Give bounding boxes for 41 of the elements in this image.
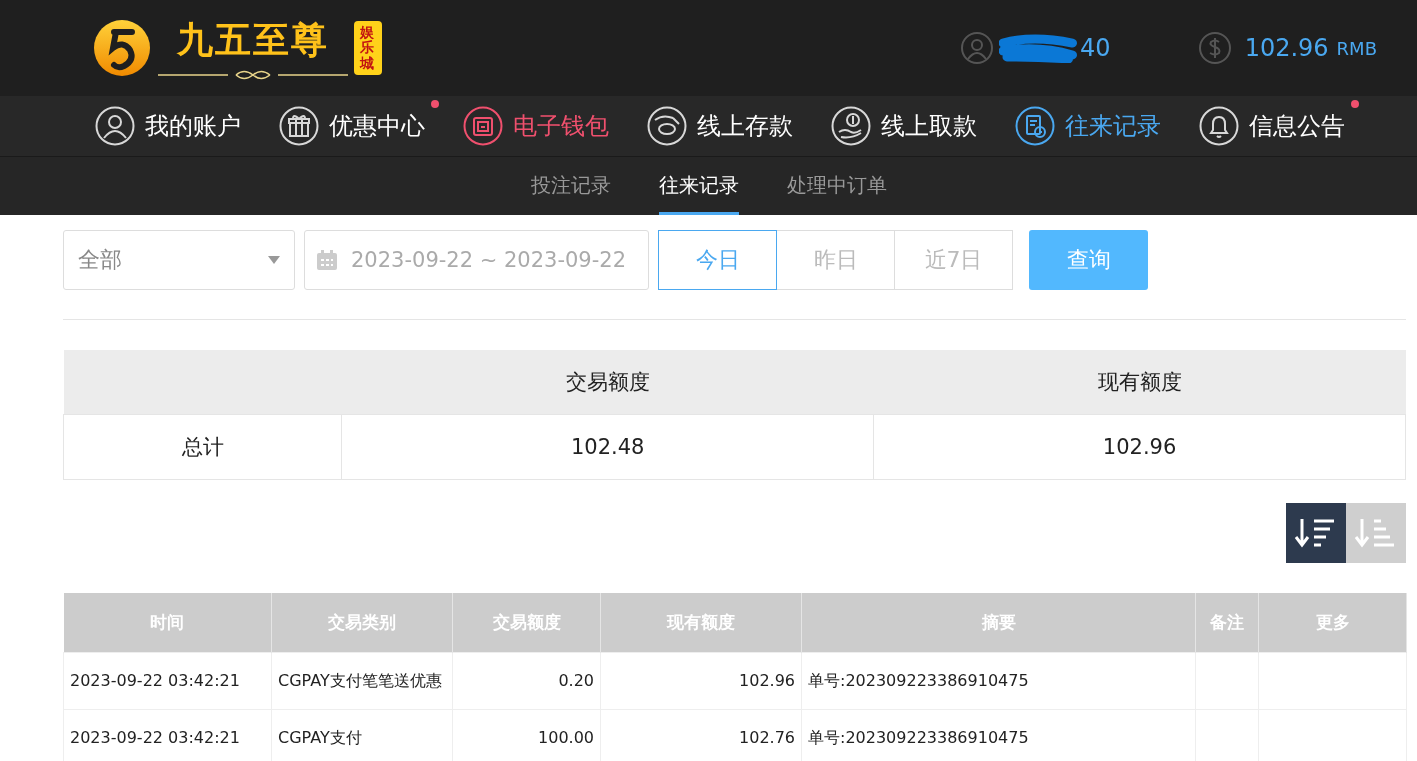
nav-item[interactable]: 优惠中心: [279, 106, 425, 146]
wallet-icon: [463, 106, 503, 146]
bell-icon: [1199, 106, 1239, 146]
column-header: 交易额度: [341, 350, 874, 415]
balance-currency: RMB: [1336, 37, 1377, 59]
deposit-icon: [647, 106, 687, 146]
username: 40: [1080, 34, 1111, 62]
sub-tab[interactable]: 处理中订单: [786, 157, 887, 215]
table-cell: 2023-09-22 03:42:21: [63, 709, 272, 761]
withdraw-icon: [831, 106, 871, 146]
row-label: 总计: [63, 414, 342, 480]
type-select[interactable]: 全部: [63, 230, 295, 290]
balance-amount: 102.96: [1244, 34, 1329, 62]
nav-item[interactable]: 往来记录: [1015, 106, 1161, 146]
sub-tab[interactable]: 投注记录: [530, 157, 611, 215]
calendar-icon: [315, 248, 339, 272]
nav-item[interactable]: 我的账户: [95, 106, 241, 146]
gift-icon: [279, 106, 319, 146]
table-cell: 102.96: [600, 652, 802, 710]
dollar-icon: [1198, 32, 1231, 64]
user-icon: [95, 106, 135, 146]
sub-tab[interactable]: 往来记录: [658, 157, 739, 215]
table-cell: CGPAY支付笔笔送优惠: [271, 652, 453, 710]
flourish-icon: [158, 68, 348, 81]
logo-emblem-icon: [92, 18, 152, 78]
user-icon: [960, 32, 993, 64]
nav-item[interactable]: 电子钱包: [463, 106, 609, 146]
table-cell: 0.20: [452, 652, 601, 710]
sort-descending-button[interactable]: [1286, 503, 1346, 563]
logo-badge: 娱乐城: [354, 20, 382, 76]
logo-title: 九五至尊: [177, 17, 329, 62]
table-cell: 单号:202309223386910475: [801, 652, 1196, 710]
records-icon: [1015, 106, 1055, 146]
nav-item[interactable]: 信息公告: [1199, 106, 1345, 146]
table-cell: 102.48: [341, 414, 874, 480]
nav-item[interactable]: 线上取款: [831, 106, 977, 146]
dropdown-caret-icon: [268, 256, 280, 264]
table-cell: 102.96: [873, 414, 1406, 480]
nav-item[interactable]: 线上存款: [647, 106, 793, 146]
table-cell: 2023-09-22 03:42:21: [63, 652, 272, 710]
column-header: 现有额度: [873, 350, 1406, 415]
